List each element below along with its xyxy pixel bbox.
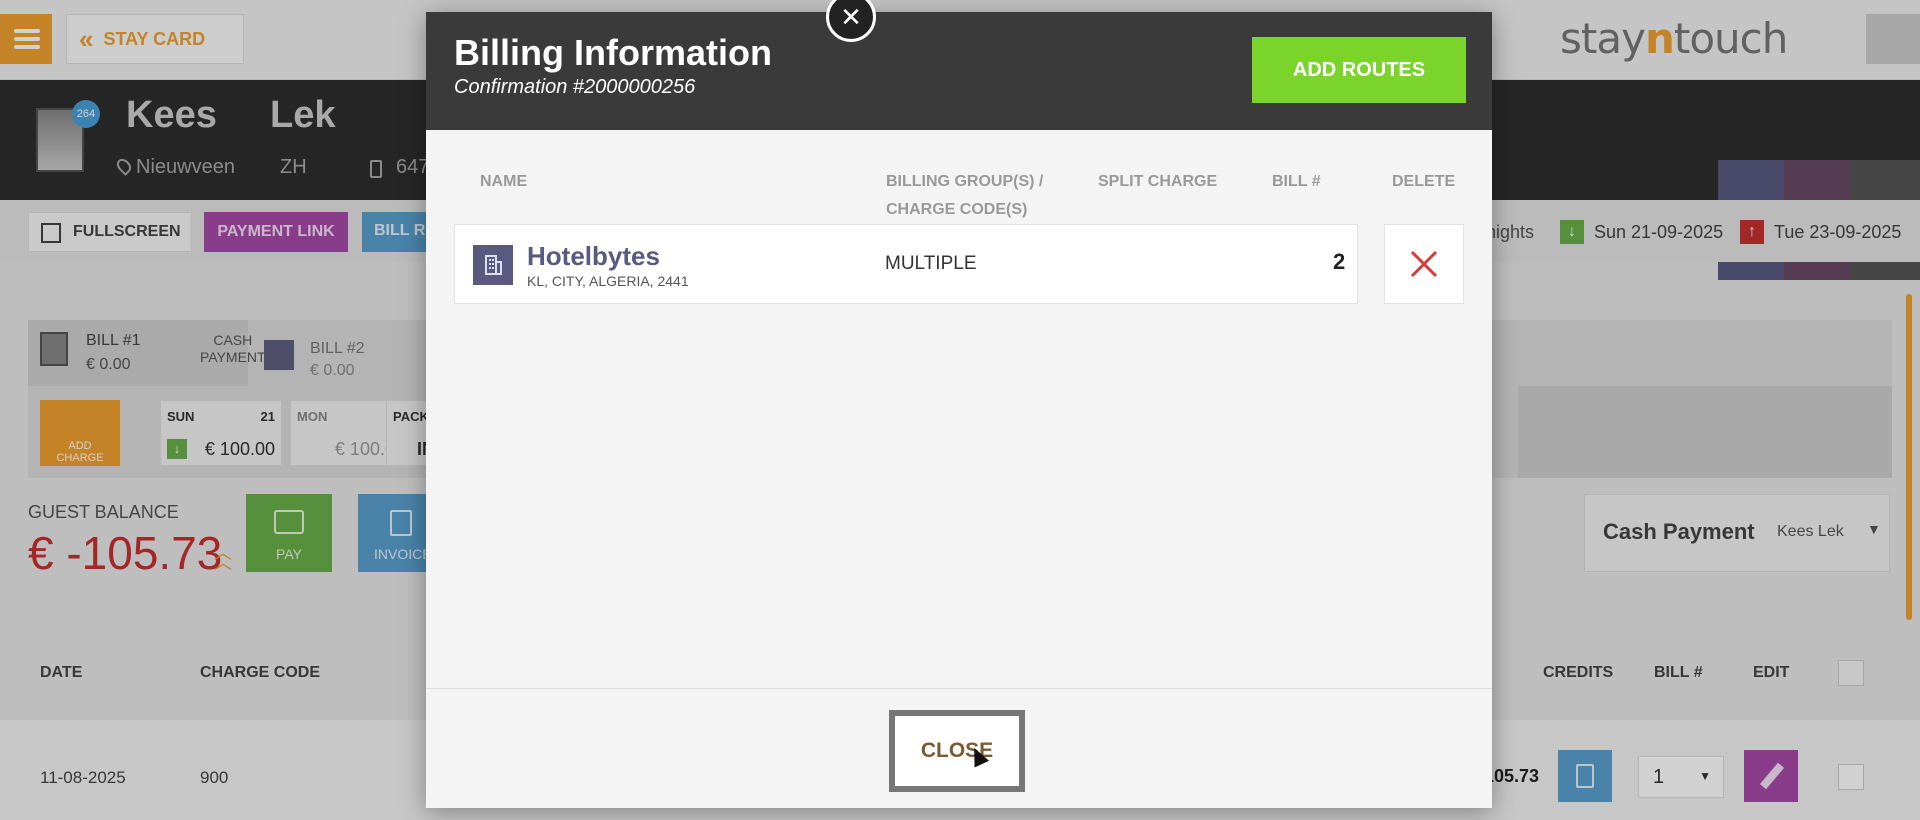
col-delete: DELETE: [1392, 173, 1456, 190]
add-routes-button[interactable]: ADD ROUTES: [1252, 37, 1466, 103]
route-row[interactable]: Hotelbytes KL, CITY, ALGERIA, 2441 MULTI…: [454, 224, 1358, 304]
col-split-charge: SPLIT CHARGE: [1098, 173, 1218, 190]
delete-x-icon: [1410, 250, 1438, 278]
route-address: KL, CITY, ALGERIA, 2441: [527, 273, 689, 289]
delete-route-button[interactable]: [1384, 224, 1464, 304]
modal-header: Billing Information Confirmation #200000…: [426, 12, 1492, 130]
billing-information-modal: Billing Information Confirmation #200000…: [426, 0, 1492, 808]
col-bill-number: BILL #: [1272, 173, 1321, 190]
route-name: Hotelbytes: [527, 241, 660, 271]
modal-footer: CLOSE: [426, 688, 1492, 808]
close-button[interactable]: CLOSE: [889, 710, 1025, 792]
close-icon: ✕: [826, 0, 876, 42]
col-billing-group: BILLING GROUP(S) / CHARGE CODE(S): [886, 173, 1044, 218]
modal-close-icon-button[interactable]: ✕: [826, 0, 876, 42]
modal-title: Billing Information: [454, 32, 772, 73]
route-billing-group: MULTIPLE: [885, 253, 977, 274]
route-bill-number: 2: [1333, 249, 1346, 274]
col-name: NAME: [480, 173, 528, 190]
confirmation-number: Confirmation #2000000256: [454, 76, 696, 98]
company-building-icon: [473, 245, 513, 285]
